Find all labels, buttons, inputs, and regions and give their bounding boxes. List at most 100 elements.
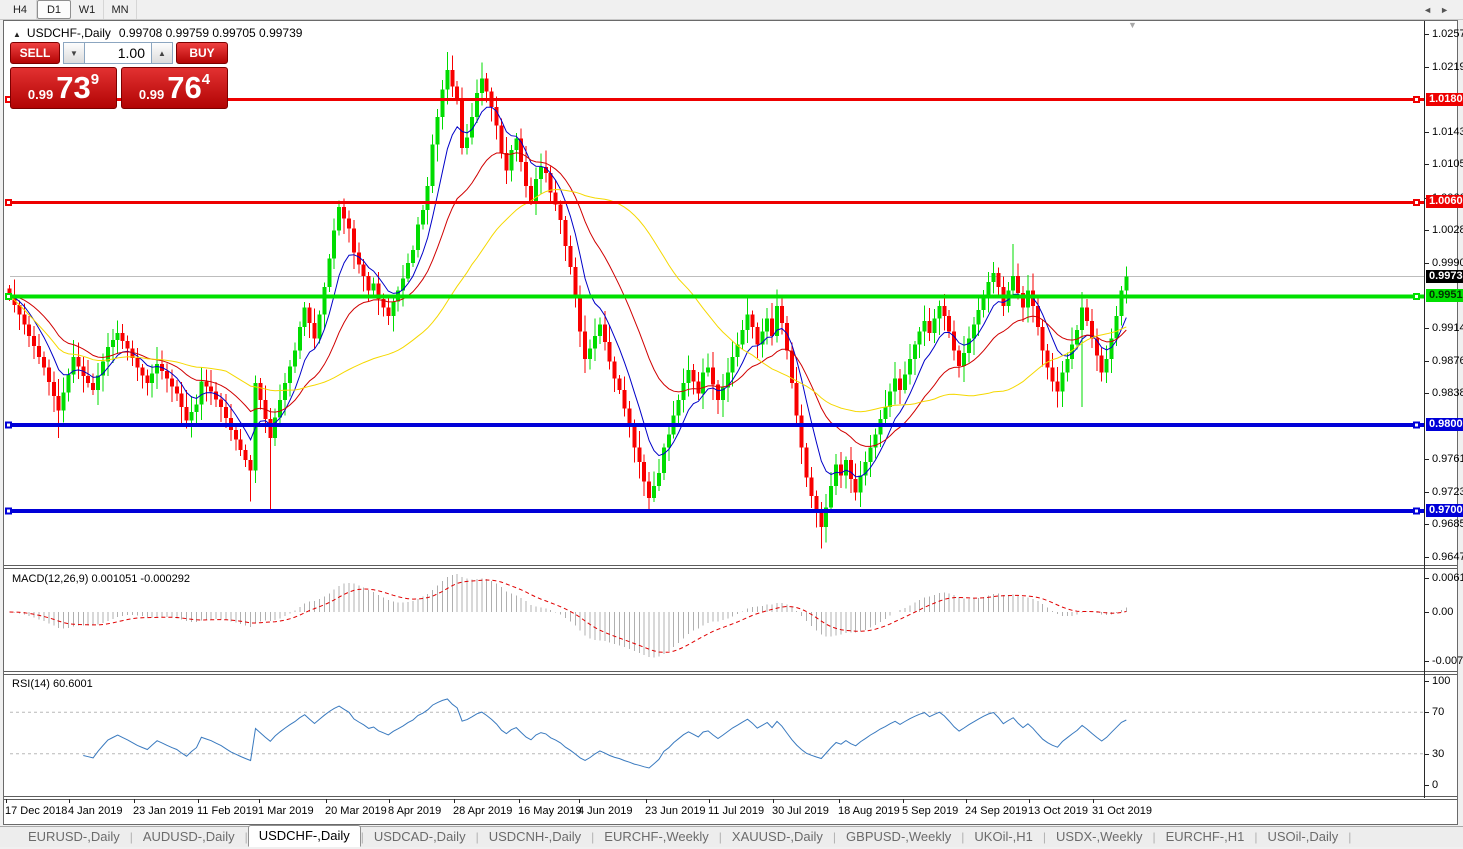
symbol-tab-usdcnh-daily[interactable]: USDCNH-,Daily xyxy=(479,827,591,847)
scroll-to-end-marker-icon[interactable]: ▼ xyxy=(1128,20,1137,30)
price-tick-label: 0.96850 xyxy=(1432,518,1463,530)
buy-price-pip: 4 xyxy=(202,71,210,88)
price-line-label: 0.99510 xyxy=(1426,289,1463,302)
date-tick xyxy=(709,799,710,803)
pane-splitter-main-macd[interactable] xyxy=(4,565,1457,569)
sell-price-big: 73 xyxy=(56,70,90,106)
timeframe-button-mn[interactable]: MN xyxy=(104,0,137,19)
price-tick xyxy=(1425,230,1429,231)
ohlc-values: 0.99708 0.99759 0.99705 0.99739 xyxy=(119,26,303,40)
symbol-tab-xauusd-daily[interactable]: XAUUSD-,Daily xyxy=(722,827,833,847)
price-tick xyxy=(1425,557,1429,558)
date-tick xyxy=(839,799,840,803)
price-line-label: 1.00606 xyxy=(1426,195,1463,208)
rsi-pane-canvas[interactable] xyxy=(0,676,1463,794)
pane-splitter-macd-rsi[interactable] xyxy=(4,671,1457,675)
symbol-tab-gbpusd-weekly[interactable]: GBPUSD-,Weekly xyxy=(836,827,961,847)
symbol-tab-usdx-weekly[interactable]: USDX-,Weekly xyxy=(1046,827,1152,847)
rsi-tick xyxy=(1425,681,1429,682)
price-line-label: 1.01806 xyxy=(1426,93,1463,106)
symbol-tab-ukoil-h1[interactable]: UKOil-,H1 xyxy=(964,827,1043,847)
price-tick xyxy=(1425,263,1429,264)
date-label: 1 Mar 2019 xyxy=(258,805,314,817)
price-tick xyxy=(1425,393,1429,394)
symbol-tab-eurchf-h1[interactable]: EURCHF-,H1 xyxy=(1156,827,1255,847)
date-tick xyxy=(134,799,135,803)
date-label: 28 Apr 2019 xyxy=(453,805,512,817)
rsi-tick-label: 0 xyxy=(1432,779,1438,791)
date-tick xyxy=(1093,799,1094,803)
date-tick xyxy=(326,799,327,803)
symbol-period-label: USDCHF-,Daily xyxy=(27,26,111,40)
macd-tick xyxy=(1425,578,1429,579)
volume-decrease-icon[interactable]: ▼ xyxy=(63,42,85,64)
rsi-tick xyxy=(1425,785,1429,786)
price-tick-label: 0.97610 xyxy=(1432,453,1463,465)
date-label: 23 Jun 2019 xyxy=(645,805,706,817)
symbol-tab-usdcad-daily[interactable]: USDCAD-,Daily xyxy=(364,827,476,847)
symbol-tab-audusd-daily[interactable]: AUDUSD-,Daily xyxy=(133,827,245,847)
candlestick-series xyxy=(8,52,1129,548)
price-tick-label: 1.01050 xyxy=(1432,158,1463,170)
rsi-tick xyxy=(1425,712,1429,713)
horizontal-level-line[interactable] xyxy=(5,293,1424,300)
volume-increase-icon[interactable]: ▲ xyxy=(151,42,173,64)
price-line-label: 0.99739 xyxy=(1426,270,1463,283)
timeframe-button-h4[interactable]: H4 xyxy=(4,0,37,19)
price-tick-label: 0.98760 xyxy=(1432,355,1463,367)
macd-values: 0.001051 -0.000292 xyxy=(91,573,189,585)
timeframe-button-w1[interactable]: W1 xyxy=(71,0,104,19)
horizontal-level-line[interactable] xyxy=(5,508,1424,515)
symbol-tab-usoil-daily[interactable]: USOil-,Daily xyxy=(1257,827,1348,847)
price-tick xyxy=(1425,164,1429,165)
buy-price-big: 76 xyxy=(167,70,201,106)
rsi-tick-label: 70 xyxy=(1432,706,1444,718)
timeframe-button-d1[interactable]: D1 xyxy=(37,0,71,19)
horizontal-level-line[interactable] xyxy=(5,199,1424,206)
rsi-indicator-label: RSI(14) 60.6001 xyxy=(12,678,93,690)
date-tick xyxy=(259,799,260,803)
price-tick-label: 1.02570 xyxy=(1432,28,1463,40)
symbol-tab-eurusd-daily[interactable]: EURUSD-,Daily xyxy=(18,827,130,847)
macd-tick-label: 0.00613 xyxy=(1432,572,1463,584)
symbol-tab-eurchf-weekly[interactable]: EURCHF-,Weekly xyxy=(594,827,719,847)
date-tick xyxy=(69,799,70,803)
rsi-tick-label: 30 xyxy=(1432,748,1444,760)
price-tick xyxy=(1425,459,1429,460)
date-tick xyxy=(1029,799,1030,803)
macd-indicator-label: MACD(12,26,9) 0.001051 -0.000292 xyxy=(12,573,190,585)
tab-separator: | xyxy=(1348,830,1351,847)
date-label: 11 Feb 2019 xyxy=(197,805,258,817)
tab-scroll-arrows[interactable]: ◄► xyxy=(1423,5,1457,15)
buy-price-button[interactable]: 0.99 76 4 xyxy=(121,67,228,109)
date-label: 24 Sep 2019 xyxy=(965,805,1027,817)
date-label: 17 Dec 2018 xyxy=(5,805,67,817)
date-label: 31 Oct 2019 xyxy=(1092,805,1152,817)
date-tick xyxy=(966,799,967,803)
price-tick-label: 0.98380 xyxy=(1432,387,1463,399)
date-label: 4 Jan 2019 xyxy=(68,805,122,817)
date-label: 4 Jun 2019 xyxy=(578,805,632,817)
rsi-tick xyxy=(1425,754,1429,755)
rsi-tick-label: 100 xyxy=(1432,675,1450,687)
buy-button[interactable]: BUY xyxy=(176,42,228,64)
collapse-panel-icon[interactable]: ▲ xyxy=(13,30,21,39)
sell-button[interactable]: SELL xyxy=(10,42,60,64)
price-tick xyxy=(1425,34,1429,35)
macd-pane-canvas[interactable] xyxy=(0,571,1463,669)
price-tick-label: 0.99900 xyxy=(1432,257,1463,269)
medium-ma-line xyxy=(10,153,1127,447)
sell-price-prefix: 0.99 xyxy=(28,87,53,102)
volume-input[interactable] xyxy=(85,42,151,64)
price-tick-label: 0.99140 xyxy=(1432,322,1463,334)
date-label: 13 Oct 2019 xyxy=(1028,805,1088,817)
price-tick-label: 1.01430 xyxy=(1432,126,1463,138)
date-tick xyxy=(579,799,580,803)
price-tick-label: 0.97230 xyxy=(1432,486,1463,498)
horizontal-level-line[interactable] xyxy=(5,422,1424,429)
date-label: 23 Jan 2019 xyxy=(133,805,194,817)
price-tick-label: 0.96470 xyxy=(1432,551,1463,563)
rsi-value: 60.6001 xyxy=(53,678,93,690)
symbol-tab-usdchf-daily[interactable]: USDCHF-,Daily xyxy=(248,825,361,847)
sell-price-button[interactable]: 0.99 73 9 xyxy=(10,67,117,109)
